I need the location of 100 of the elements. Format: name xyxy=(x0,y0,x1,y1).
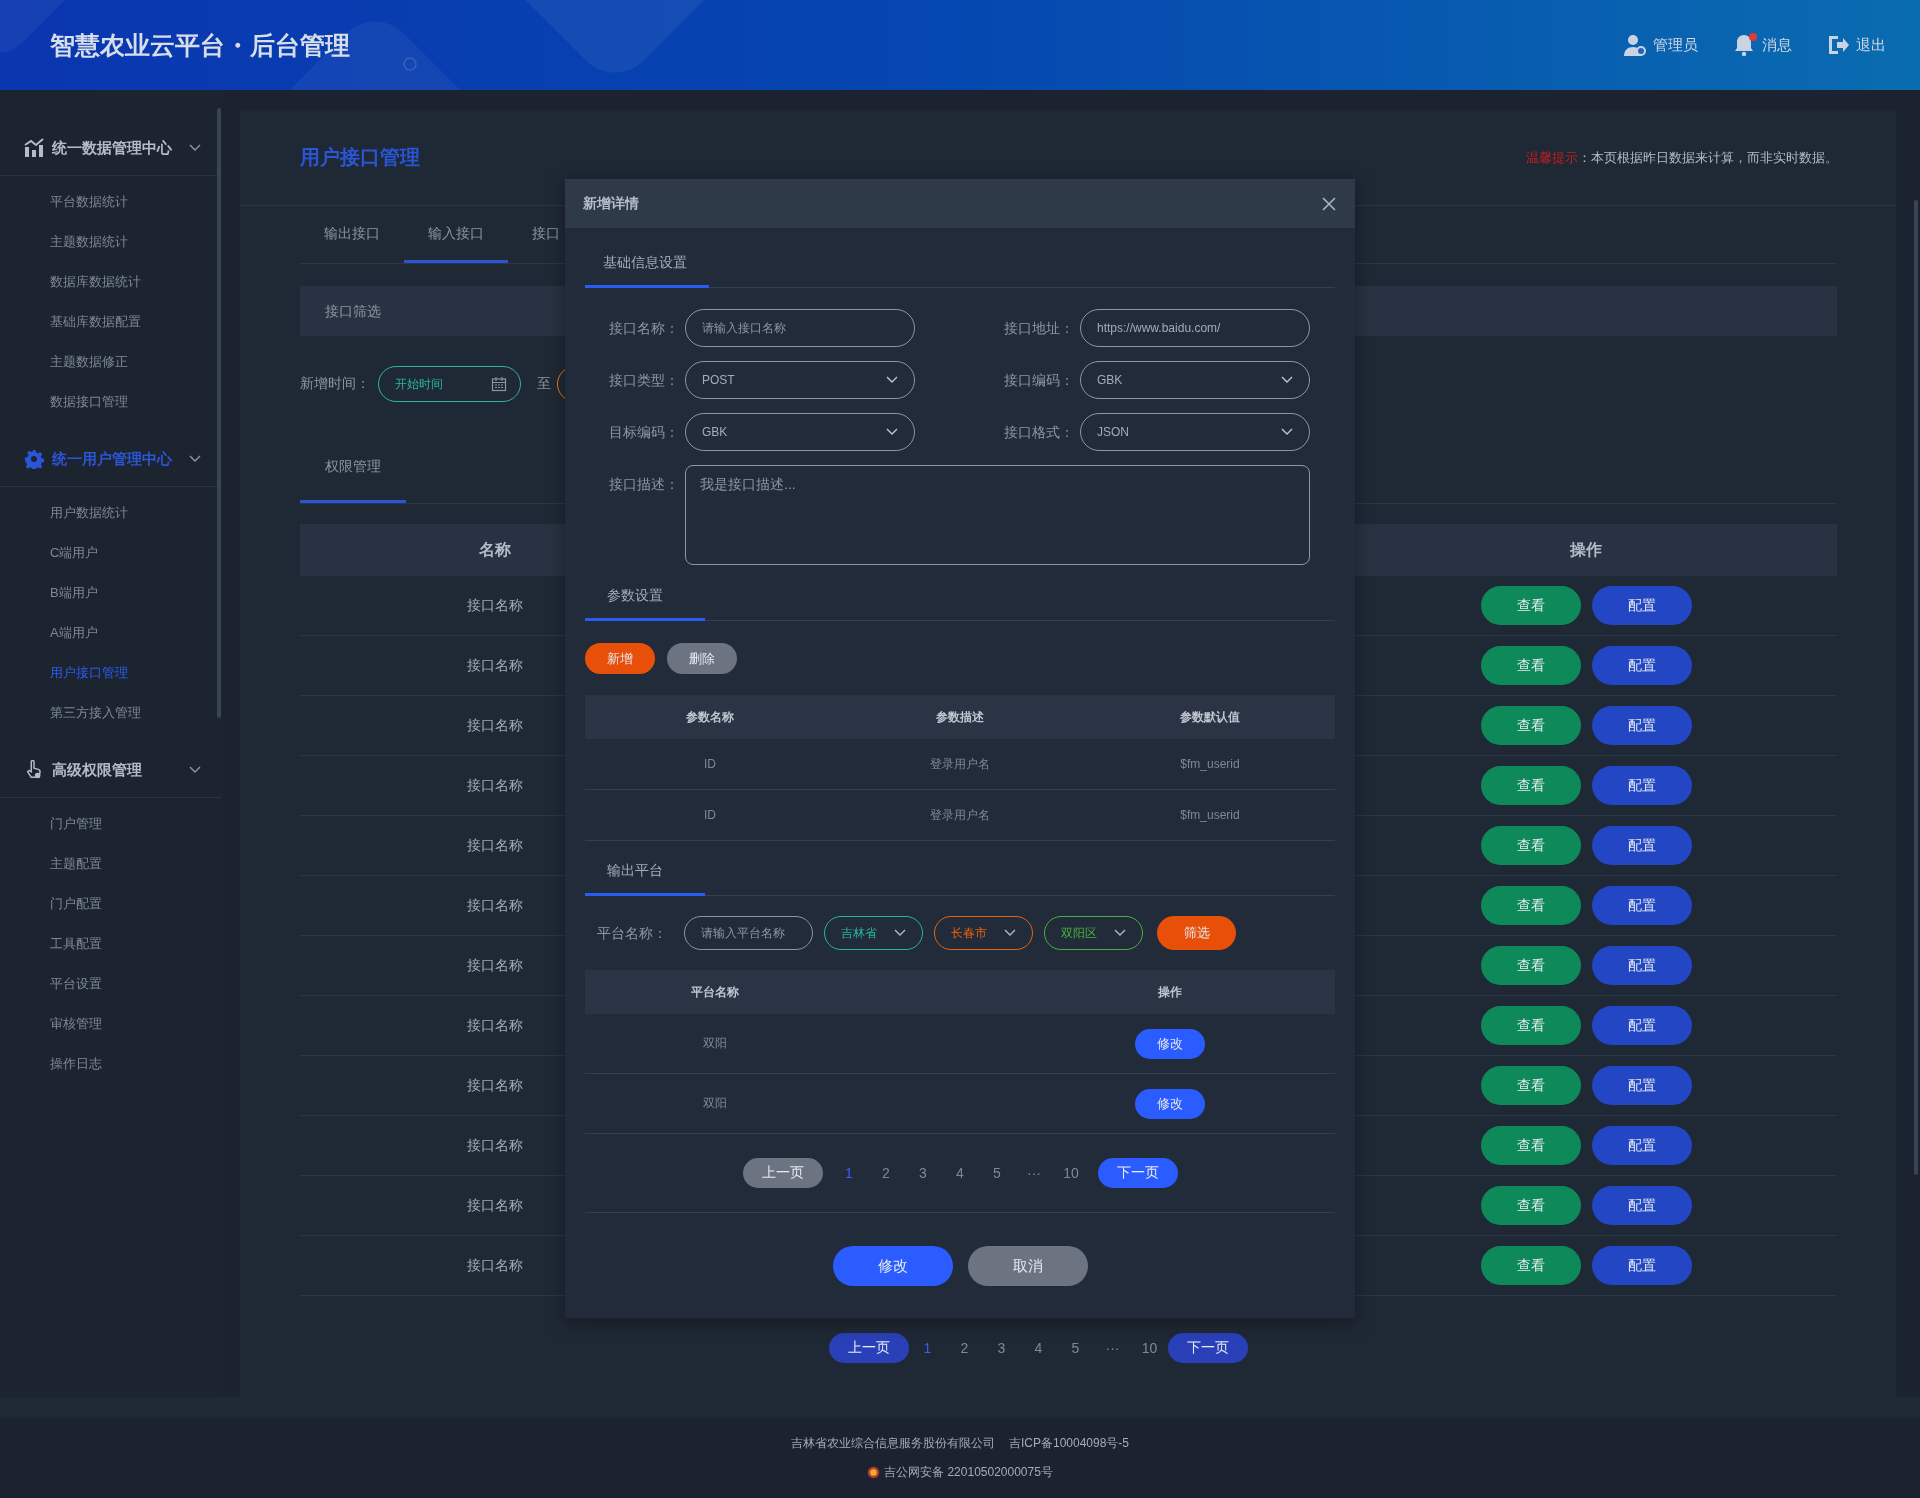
save-button[interactable]: 修改 xyxy=(832,1246,953,1286)
menu-item[interactable]: 门户管理 xyxy=(0,804,221,844)
page-number[interactable]: 3 xyxy=(983,1340,1020,1356)
section-tab[interactable]: 基础信息设置 xyxy=(585,250,709,288)
menu-item[interactable]: 用户数据统计 xyxy=(0,493,221,533)
edit-button[interactable]: 修改 xyxy=(1135,1088,1205,1119)
input-field[interactable]: https://www.baidu.com/ xyxy=(1080,309,1310,347)
date-field[interactable]: 开始时间 xyxy=(378,366,521,402)
page-number[interactable]: 1 xyxy=(830,1165,868,1181)
previous-page-button[interactable]: 上一页 xyxy=(829,1333,909,1363)
field-label: 接口地址： xyxy=(1003,319,1075,338)
input-field[interactable]: 请输入平台名称 xyxy=(684,916,813,950)
page-number[interactable]: 3 xyxy=(904,1165,942,1181)
row-action-button[interactable]: 配置 xyxy=(1591,1066,1692,1105)
menu-item[interactable]: 用户接口管理 xyxy=(0,653,221,693)
row-action-button[interactable]: 查看 xyxy=(1480,1006,1581,1045)
menu-item[interactable]: 主题配置 xyxy=(0,844,221,884)
page-number[interactable]: 4 xyxy=(1020,1340,1057,1356)
menu-item[interactable]: C端用户 xyxy=(0,533,221,573)
section-tab[interactable]: 输出平台 xyxy=(585,858,705,896)
menu-group-header[interactable]: 高级权限管理 xyxy=(0,743,221,798)
page-number[interactable]: 4 xyxy=(941,1165,979,1181)
scrollbar[interactable] xyxy=(1914,200,1918,1175)
filter-button[interactable]: 筛选 xyxy=(1157,916,1236,950)
delete-button[interactable]: 删除 xyxy=(667,643,737,674)
page-number[interactable]: 5 xyxy=(1057,1340,1094,1356)
close-icon[interactable] xyxy=(1321,195,1337,212)
add-button[interactable]: 新增 xyxy=(585,643,655,674)
menu-item[interactable]: B端用户 xyxy=(0,573,221,613)
section-tab[interactable]: 参数设置 xyxy=(585,583,705,621)
cancel-button[interactable]: 取消 xyxy=(967,1246,1088,1286)
menu-item[interactable]: 第三方接入管理 xyxy=(0,693,221,733)
chevron-icon xyxy=(894,929,906,937)
row-action-button[interactable]: 查看 xyxy=(1480,946,1581,985)
page-number[interactable]: 2 xyxy=(946,1340,983,1356)
text-area[interactable]: 我是接口描述... xyxy=(685,465,1310,565)
row-action-button[interactable]: 配置 xyxy=(1591,1186,1692,1225)
field-label: 接口描述： xyxy=(608,475,680,494)
row-action-button[interactable]: 查看 xyxy=(1480,1126,1581,1165)
input-field[interactable]: 请输入接口名称 xyxy=(685,309,915,347)
calendar-icon xyxy=(491,376,507,392)
row-action-button[interactable]: 配置 xyxy=(1591,766,1692,805)
chevron-icon xyxy=(189,144,201,152)
row-action-button[interactable]: 查看 xyxy=(1480,1246,1581,1285)
company-text: 吉林省农业综合信息服务股份有限公司 xyxy=(790,1435,995,1452)
row-action-button[interactable]: 配置 xyxy=(1591,706,1692,745)
menu-item[interactable]: 基础库数据配置 xyxy=(0,302,221,342)
page-number[interactable]: ··· xyxy=(1094,1340,1131,1356)
table-cell: 接口名称 xyxy=(467,1136,523,1153)
next-page-button[interactable]: 下一页 xyxy=(1097,1158,1178,1188)
page-number[interactable]: 1 xyxy=(909,1340,946,1356)
menu-item[interactable]: 数据接口管理 xyxy=(0,382,221,422)
page-number[interactable]: 10 xyxy=(1052,1165,1090,1181)
edit-button[interactable]: 修改 xyxy=(1135,1028,1205,1059)
page-number[interactable]: 10 xyxy=(1131,1340,1168,1356)
row-action-button[interactable]: 查看 xyxy=(1480,826,1581,865)
field-label: 接口编码： xyxy=(1003,371,1075,390)
page-number[interactable]: ··· xyxy=(1015,1165,1053,1181)
scrollbar[interactable] xyxy=(217,108,221,718)
page-number[interactable]: 5 xyxy=(978,1165,1016,1181)
menu-item[interactable]: 主题数据统计 xyxy=(0,222,221,262)
table-cell-text: 双阳 xyxy=(702,1095,728,1112)
row-action-button[interactable]: 配置 xyxy=(1591,826,1692,865)
row-action-button[interactable]: 配置 xyxy=(1591,886,1692,925)
row-action-button[interactable]: 查看 xyxy=(1480,706,1581,745)
header-link[interactable]: 消息 xyxy=(1732,33,1792,57)
tab[interactable]: 输出接口 xyxy=(300,206,404,263)
column-header: 操作 xyxy=(1568,539,1603,560)
header-link[interactable]: 退出 xyxy=(1826,33,1886,57)
row-action-button[interactable]: 查看 xyxy=(1480,766,1581,805)
row-action-button[interactable]: 查看 xyxy=(1480,586,1581,625)
notice-text: ：本页根据昨日数据来计算，而非实时数据。 xyxy=(1578,149,1838,165)
row-action-button[interactable]: 配置 xyxy=(1591,946,1692,985)
menu-item[interactable]: 主题数据修正 xyxy=(0,342,221,382)
row-action-button[interactable]: 查看 xyxy=(1480,1186,1581,1225)
menu-item[interactable]: 审核管理 xyxy=(0,1004,221,1044)
menu-item[interactable]: 工具配置 xyxy=(0,924,221,964)
dialog-title: 新增详情 xyxy=(583,194,639,213)
row-action-button[interactable]: 配置 xyxy=(1591,1126,1692,1165)
row-action-button[interactable]: 配置 xyxy=(1591,586,1692,625)
row-action-button[interactable]: 查看 xyxy=(1480,886,1581,925)
menu-item[interactable]: 数据库数据统计 xyxy=(0,262,221,302)
previous-page-button[interactable]: 上一页 xyxy=(742,1158,823,1188)
tab[interactable]: 输入接口 xyxy=(404,206,508,263)
row-action-button[interactable]: 查看 xyxy=(1480,646,1581,685)
menu-item[interactable]: 门户配置 xyxy=(0,884,221,924)
row-action-button[interactable]: 配置 xyxy=(1591,1006,1692,1045)
chevron-icon xyxy=(189,766,201,774)
header-link[interactable]: 管理员 xyxy=(1623,33,1698,57)
menu-item[interactable]: 操作日志 xyxy=(0,1044,221,1084)
menu-item[interactable]: 平台数据统计 xyxy=(0,182,221,222)
row-action-button[interactable]: 配置 xyxy=(1591,1246,1692,1285)
row-action-button[interactable]: 查看 xyxy=(1480,1066,1581,1105)
next-page-button[interactable]: 下一页 xyxy=(1168,1333,1248,1363)
row-action-button[interactable]: 配置 xyxy=(1591,646,1692,685)
menu-item[interactable]: A端用户 xyxy=(0,613,221,653)
chevron-icon xyxy=(1281,428,1293,436)
page-number[interactable]: 2 xyxy=(867,1165,905,1181)
tab[interactable]: 权限管理 xyxy=(300,432,406,503)
menu-item[interactable]: 平台设置 xyxy=(0,964,221,1004)
